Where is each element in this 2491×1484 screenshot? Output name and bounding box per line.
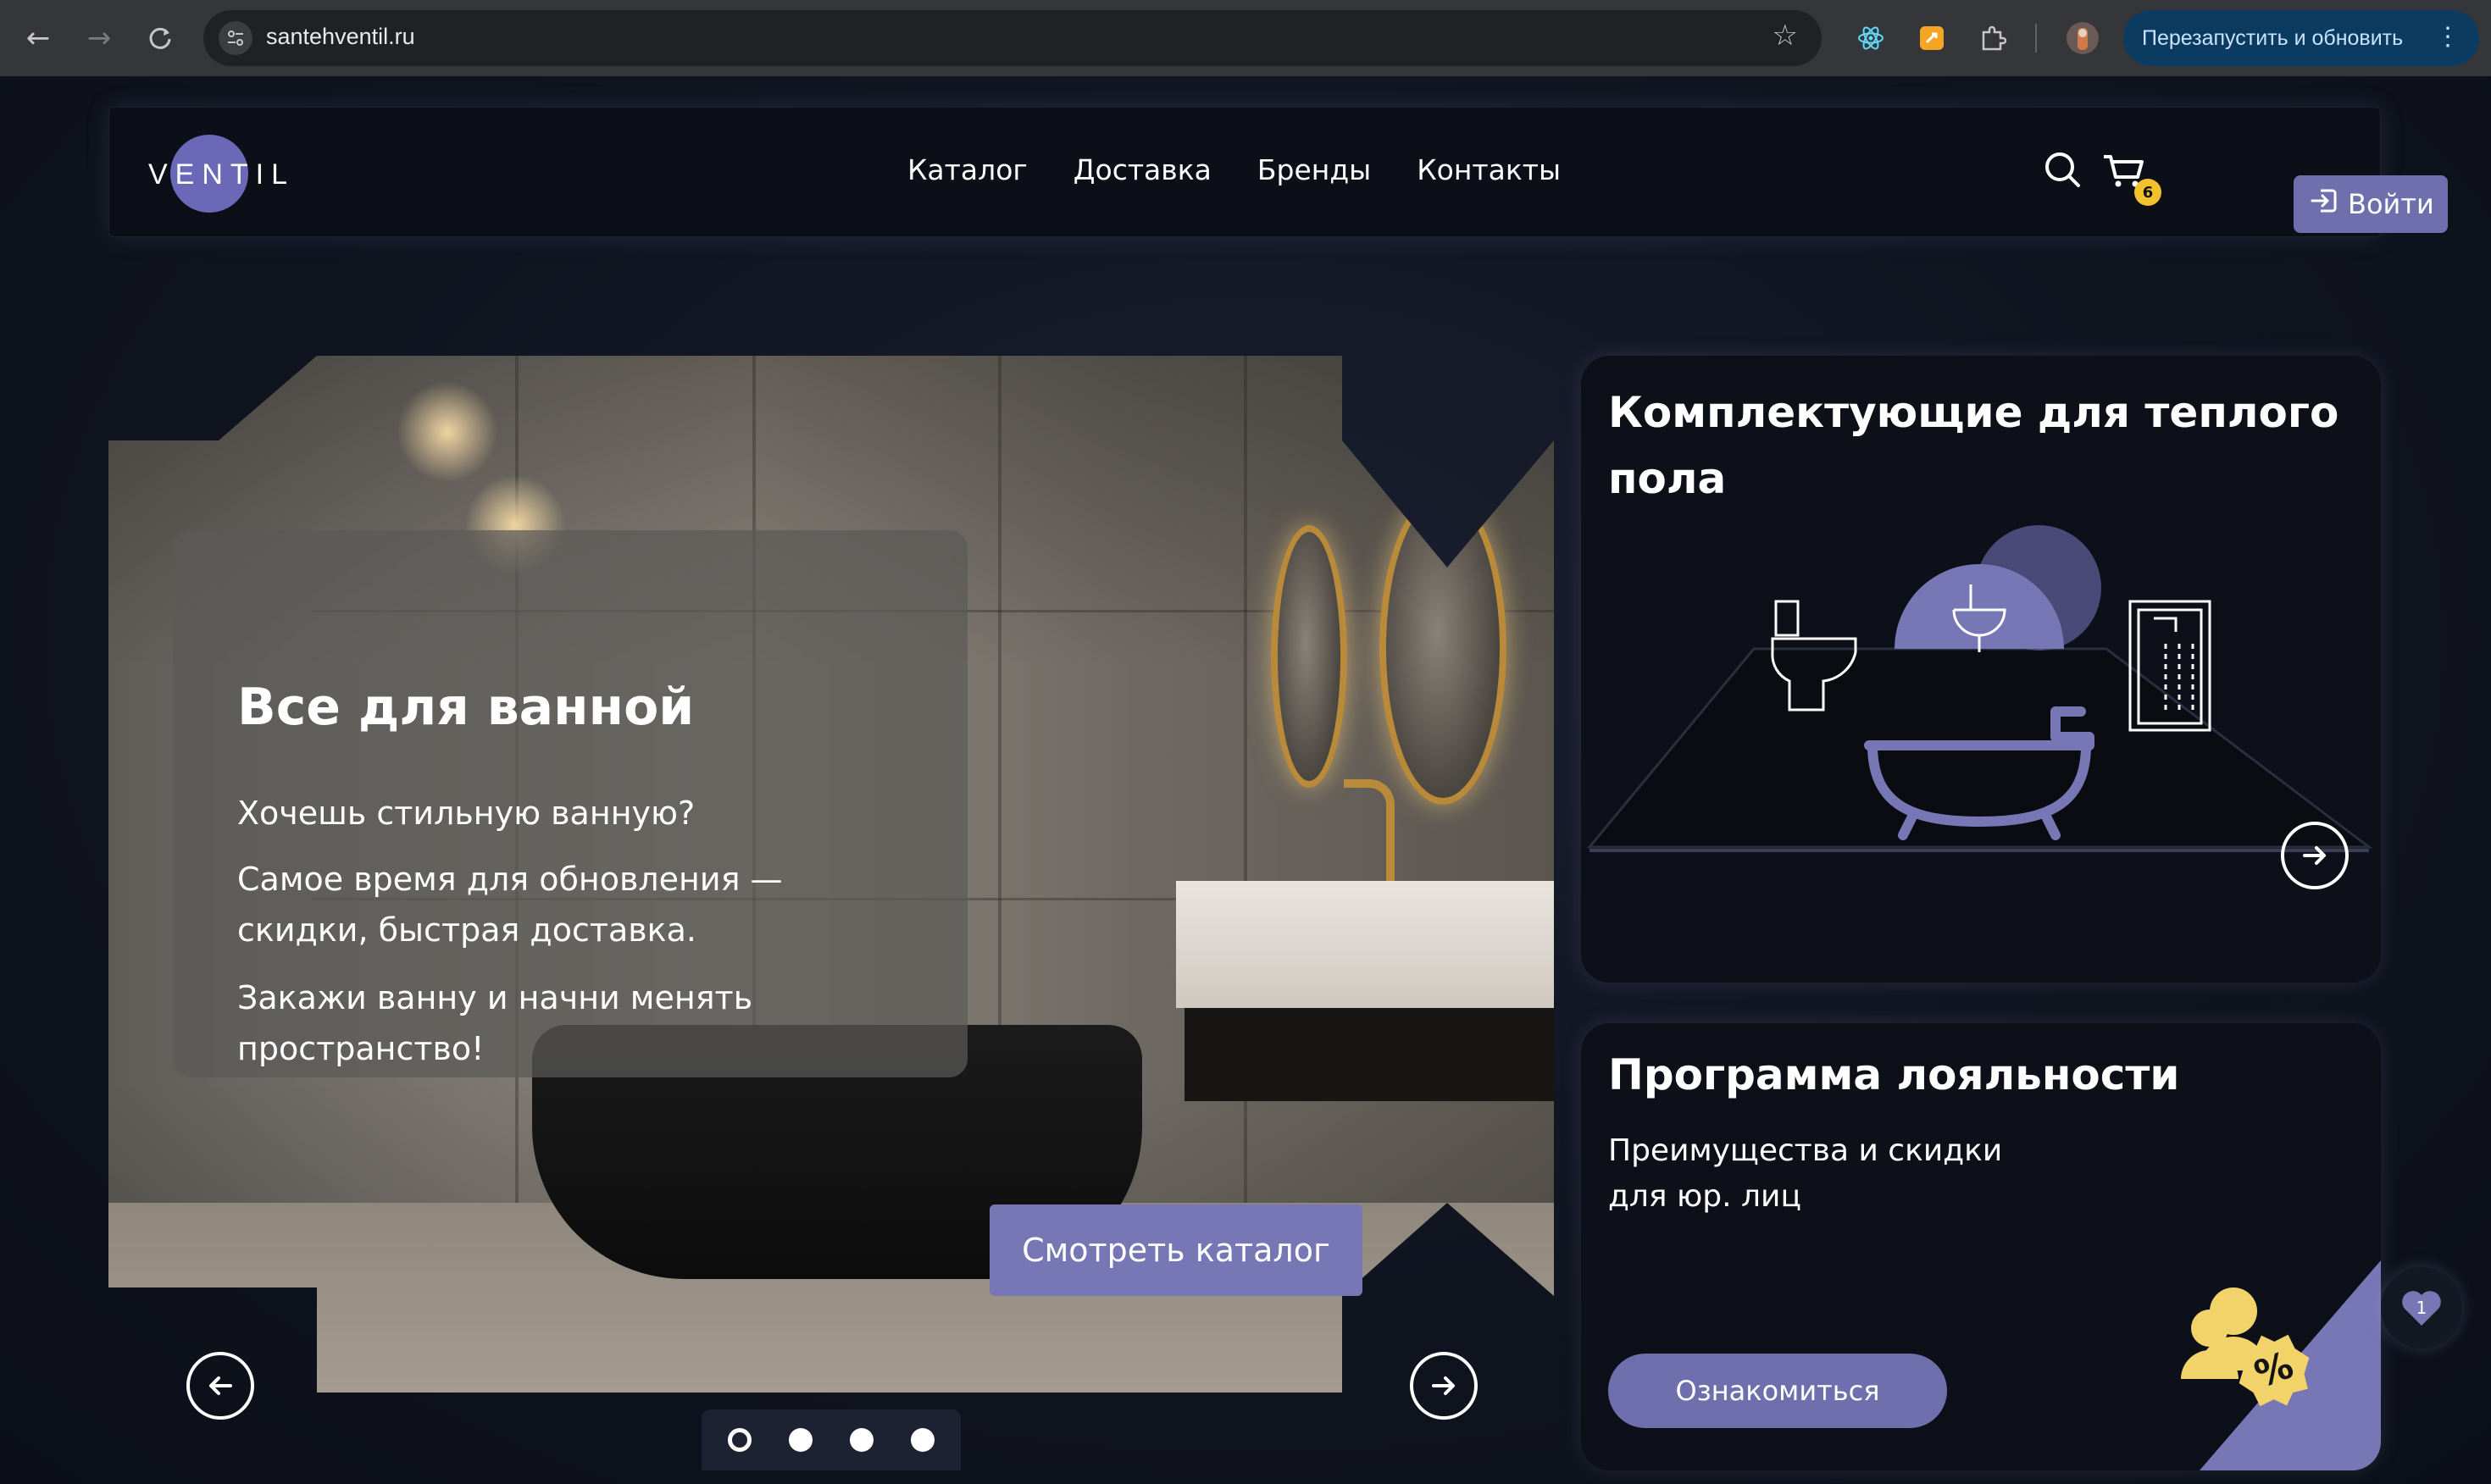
hero-text-2: Самое время для обновления — скидки, быс…	[237, 861, 783, 949]
favorites-count: 1	[2416, 1298, 2427, 1318]
floor-heating-arrow-icon[interactable]	[2281, 822, 2349, 889]
profile-avatar[interactable]	[2064, 19, 2101, 57]
forward-icon[interactable]: →	[80, 19, 119, 58]
logo-text: VENTIL	[148, 158, 296, 191]
restart-update-button[interactable]: Перезапустить и обновить ⋮	[2123, 10, 2479, 66]
site-header: VENTIL Каталог Доставка Бренды Контакты …	[108, 107, 2448, 237]
site-settings-icon[interactable]	[219, 21, 252, 55]
toolbar-divider	[2035, 24, 2037, 53]
view-catalog-button[interactable]: Смотреть каталог	[990, 1204, 1362, 1296]
nav-delivery[interactable]: Доставка	[1074, 153, 1212, 186]
extension-icon[interactable]	[1913, 19, 1950, 57]
reload-icon[interactable]	[141, 19, 180, 58]
login-icon	[2309, 186, 2339, 223]
slide-dot-4[interactable]	[911, 1428, 935, 1452]
loyalty-text-1: Преимущества и скидки	[1608, 1133, 2003, 1168]
slide-dot-1[interactable]	[728, 1428, 752, 1452]
bookmark-star-icon[interactable]: ☆	[1773, 19, 1798, 53]
arrow-left-icon[interactable]	[186, 1352, 254, 1420]
favorites-button[interactable]: 1	[2381, 1267, 2462, 1348]
main-nav: Каталог Доставка Бренды Контакты	[907, 153, 1561, 186]
back-icon[interactable]: ←	[19, 19, 58, 58]
search-icon[interactable]	[2038, 145, 2089, 196]
url-text: santehventil.ru	[266, 24, 415, 49]
hero-title: Все для ванной	[237, 678, 695, 737]
learn-more-button[interactable]: Ознакомиться	[1608, 1354, 1947, 1428]
floor-heating-card[interactable]: Комплектующие для теплого пола	[1581, 356, 2381, 983]
hero-text-1: Хочешь стильную ванную?	[237, 795, 696, 832]
slide-dot-2[interactable]	[789, 1428, 813, 1452]
more-menu-icon[interactable]: ⋮	[2435, 22, 2460, 52]
loyalty-discount-illustration: %	[2181, 1260, 2381, 1470]
nav-contacts[interactable]: Контакты	[1417, 153, 1561, 186]
arrow-right-icon[interactable]	[1410, 1352, 1478, 1420]
page: VENTIL Каталог Доставка Бренды Контакты …	[0, 76, 2491, 1484]
hero-slider: Все для ванной Хочешь стильную ванную? С…	[108, 356, 1554, 1470]
heart-icon: 1	[2402, 1291, 2441, 1326]
nav-brands[interactable]: Бренды	[1257, 153, 1371, 186]
slide-dot-3[interactable]	[850, 1428, 874, 1452]
browser-toolbar: ← → santehventil.ru ☆ Перезапустить и об…	[0, 0, 2491, 76]
loyalty-title: Программа лояльности	[1608, 1050, 2180, 1099]
restart-update-label: Перезапустить и обновить	[2142, 25, 2404, 50]
login-button[interactable]: Войти	[2294, 175, 2448, 233]
slider-pagination	[702, 1409, 961, 1470]
nav-catalog[interactable]: Каталог	[907, 153, 1028, 186]
puzzle-icon[interactable]	[1974, 19, 2011, 57]
hero-text-3: Закажи ванну и начни менять пространство…	[237, 979, 753, 1067]
logo[interactable]: VENTIL	[148, 133, 287, 213]
react-devtools-icon[interactable]	[1852, 19, 1889, 57]
login-label: Войти	[2348, 188, 2434, 220]
cart-count-badge: 6	[2134, 179, 2161, 206]
address-bar[interactable]: santehventil.ru ☆	[203, 10, 1822, 66]
loyalty-card: Программа лояльности Преимущества и скид…	[1581, 1023, 2381, 1470]
bathroom-illustration	[1586, 525, 2373, 852]
loyalty-text-2: для юр. лиц	[1608, 1179, 1801, 1214]
